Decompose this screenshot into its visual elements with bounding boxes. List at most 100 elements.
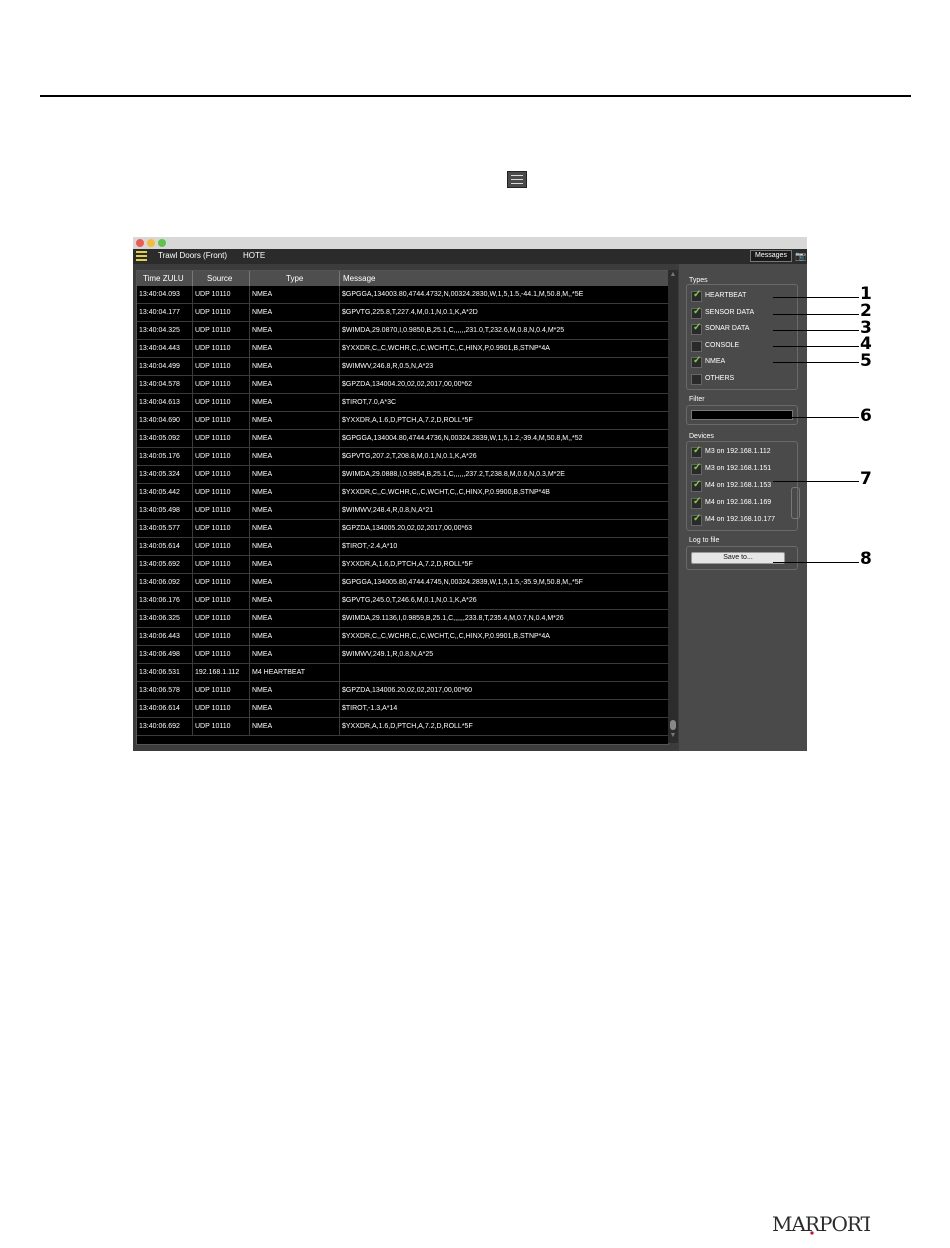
source-cell: UDP 10110 [193, 520, 250, 537]
title-bar [133, 237, 807, 249]
message-cell: $GPVTG,225.8,T,227.4,M,0.1,N,0.1,K,A*2D [342, 309, 478, 316]
table-row[interactable]: 13:40:06.092 UDP 10110 NMEA $GPGGA,134005.8… [137, 574, 668, 592]
device-checkbox[interactable]: ✓ [691, 496, 702, 509]
type-cell: NMEA [250, 502, 340, 519]
type-checkbox[interactable]: ✓ [691, 355, 702, 368]
time-cell: 13:40:06.176 [137, 592, 193, 609]
checkmark-icon: ✓ [693, 322, 702, 333]
checkmark-icon: ✓ [693, 479, 702, 490]
table-row[interactable]: 13:40:04.690 UDP 10110 NMEA $YXXDR,A,1.6,D,… [137, 412, 668, 430]
table-row[interactable]: 13:40:05.614 UDP 10110 NMEA $TIROT,-2.4,A*1… [137, 538, 668, 556]
table-row[interactable]: 13:40:05.176 UDP 10110 NMEA $GPVTG,207.2,T,… [137, 448, 668, 466]
table-row[interactable]: 13:40:04.613 UDP 10110 NMEA $TIROT,7.0,A*3C [137, 394, 668, 412]
column-header-time[interactable]: Time ZULU [137, 271, 193, 286]
source-cell: UDP 10110 [193, 448, 250, 465]
filter-label: Filter [689, 396, 705, 403]
table-row[interactable]: 13:40:04.093 UDP 10110 NMEA $GPGGA,134003.8… [137, 286, 668, 304]
table-row[interactable]: 13:40:04.578 UDP 10110 NMEA $GPZDA,134004.2… [137, 376, 668, 394]
table-row[interactable]: 13:40:05.692 UDP 10110 NMEA $YXXDR,A,1.6,D,… [137, 556, 668, 574]
device-label: M4 on 192.168.10.177 [705, 516, 776, 523]
scroll-thumb[interactable] [670, 720, 676, 730]
device-label: M4 on 192.168.1.169 [705, 499, 772, 506]
callout-line-7 [773, 481, 859, 482]
devices-scrollbar[interactable] [791, 487, 800, 519]
type-cell: NMEA [250, 304, 340, 321]
source-cell: UDP 10110 [193, 358, 250, 375]
messages-button[interactable]: Messages [750, 250, 792, 262]
column-header-message[interactable]: Message [340, 271, 668, 286]
type-cell: NMEA [250, 682, 340, 699]
device-checkbox[interactable]: ✓ [691, 445, 702, 458]
source-cell: UDP 10110 [193, 412, 250, 429]
save-to-button[interactable]: Save to... [691, 552, 785, 564]
checkmark-icon: ✓ [693, 445, 702, 456]
device-label: M3 on 192.168.1.112 [705, 448, 771, 455]
type-checkbox[interactable]: ✓ [691, 322, 702, 335]
type-cell: NMEA [250, 430, 340, 447]
table-row[interactable]: 13:40:05.577 UDP 10110 NMEA $GPZDA,134005.2… [137, 520, 668, 538]
table-row[interactable]: 13:40:06.498 UDP 10110 NMEA $WIMWV,249.1,R,… [137, 646, 668, 664]
source-cell: UDP 10110 [193, 322, 250, 339]
type-checkbox[interactable]: ✓ [691, 306, 702, 319]
type-checkbox[interactable] [691, 373, 702, 385]
minimize-window-button[interactable] [147, 239, 155, 247]
message-cell: $GPVTG,245.0,T,246.6,M,0.1,N,0.1,K,A*26 [342, 597, 477, 604]
hamburger-menu-icon[interactable] [136, 251, 147, 261]
type-cell: NMEA [250, 340, 340, 357]
table-row[interactable]: 13:40:06.692 UDP 10110 NMEA $YXXDR,A,1.6,D,… [137, 718, 668, 736]
time-cell: 13:40:05.577 [137, 520, 193, 537]
time-cell: 13:40:04.443 [137, 340, 193, 357]
table-scrollbar[interactable]: ▲ ▼ [668, 270, 678, 743]
tab-hote[interactable]: HOTE [243, 251, 265, 260]
table-row[interactable]: 13:40:06.614 UDP 10110 NMEA $TIROT,-1.3,A*1… [137, 700, 668, 718]
time-cell: 13:40:06.498 [137, 646, 193, 663]
type-checkbox[interactable] [691, 340, 702, 352]
message-cell: $GPZDA,134004.20,02,02,2017,00,00*62 [342, 381, 472, 388]
table-row[interactable]: 13:40:06.531 192.168.1.112 M4 HEARTBEAT [137, 664, 668, 682]
close-window-button[interactable] [136, 239, 144, 247]
table-row[interactable]: 13:40:04.177 UDP 10110 NMEA $GPVTG,225.8,T,… [137, 304, 668, 322]
source-cell: UDP 10110 [193, 628, 250, 645]
device-checkbox[interactable]: ✓ [691, 479, 702, 492]
checkmark-icon: ✓ [693, 355, 702, 366]
message-cell: $WIMWV,249.1,R,0.8,N,A*25 [342, 651, 434, 658]
source-cell: UDP 10110 [193, 484, 250, 501]
time-cell: 13:40:04.499 [137, 358, 193, 375]
table-row[interactable]: 13:40:05.442 UDP 10110 NMEA $YXXDR,C,,C,WCH… [137, 484, 668, 502]
type-label: SENSOR DATA [705, 308, 755, 316]
maximize-window-button[interactable] [158, 239, 166, 247]
table-row[interactable]: 13:40:05.092 UDP 10110 NMEA $GPGGA,134004.8… [137, 430, 668, 448]
table-row[interactable]: 13:40:04.325 UDP 10110 NMEA $WIMDA,29.0870,… [137, 322, 668, 340]
tab-trawl-doors[interactable]: Trawl Doors (Front) [158, 251, 227, 260]
table-row[interactable]: 13:40:05.498 UDP 10110 NMEA $WIMWV,248.4,R,… [137, 502, 668, 520]
type-cell: NMEA [250, 556, 340, 573]
table-row[interactable]: 13:40:06.176 UDP 10110 NMEA $GPVTG,245.0,T,… [137, 592, 668, 610]
table-row[interactable]: 13:40:04.499 UDP 10110 NMEA $WIMWV,246.8,R,… [137, 358, 668, 376]
type-cell: NMEA [250, 484, 340, 501]
menu-icon [507, 171, 527, 188]
device-label: M4 on 192.168.1.153 [705, 482, 772, 489]
device-checkbox[interactable]: ✓ [691, 513, 702, 526]
filter-input[interactable] [691, 410, 793, 420]
table-row[interactable]: 13:40:06.578 UDP 10110 NMEA $GPZDA,134006.2… [137, 682, 668, 700]
column-header-type[interactable]: Type [250, 271, 340, 286]
type-cell: NMEA [250, 628, 340, 645]
table-row[interactable]: 13:40:06.443 UDP 10110 NMEA $YXXDR,C,,C,WCH… [137, 628, 668, 646]
message-cell: $GPZDA,134006.20,02,02,2017,00,00*60 [342, 687, 472, 694]
type-cell: NMEA [250, 412, 340, 429]
message-cell: $GPZDA,134005.20,02,02,2017,00,00*63 [342, 525, 472, 532]
types-label: Types [689, 277, 708, 284]
table-row[interactable]: 13:40:04.443 UDP 10110 NMEA $YXXDR,C,,C,WCH… [137, 340, 668, 358]
camera-icon[interactable]: 📷 [795, 250, 806, 262]
messages-table: Time ZULU Source Type Message 13:40:04.0… [136, 270, 669, 745]
type-cell: NMEA [250, 358, 340, 375]
source-cell: UDP 10110 [193, 718, 250, 735]
time-cell: 13:40:06.443 [137, 628, 193, 645]
device-checkbox[interactable]: ✓ [691, 462, 702, 475]
table-row[interactable]: 13:40:06.325 UDP 10110 NMEA $WIMDA,29.1136,… [137, 610, 668, 628]
time-cell: 13:40:04.690 [137, 412, 193, 429]
devices-group: ✓ M3 on 192.168.1.112 ✓ M3 on 192.168.1.151… [686, 441, 800, 531]
table-row[interactable]: 13:40:05.324 UDP 10110 NMEA $WIMDA,29.0888,… [137, 466, 668, 484]
column-header-source[interactable]: Source [193, 271, 250, 286]
type-checkbox[interactable]: ✓ [691, 289, 702, 302]
